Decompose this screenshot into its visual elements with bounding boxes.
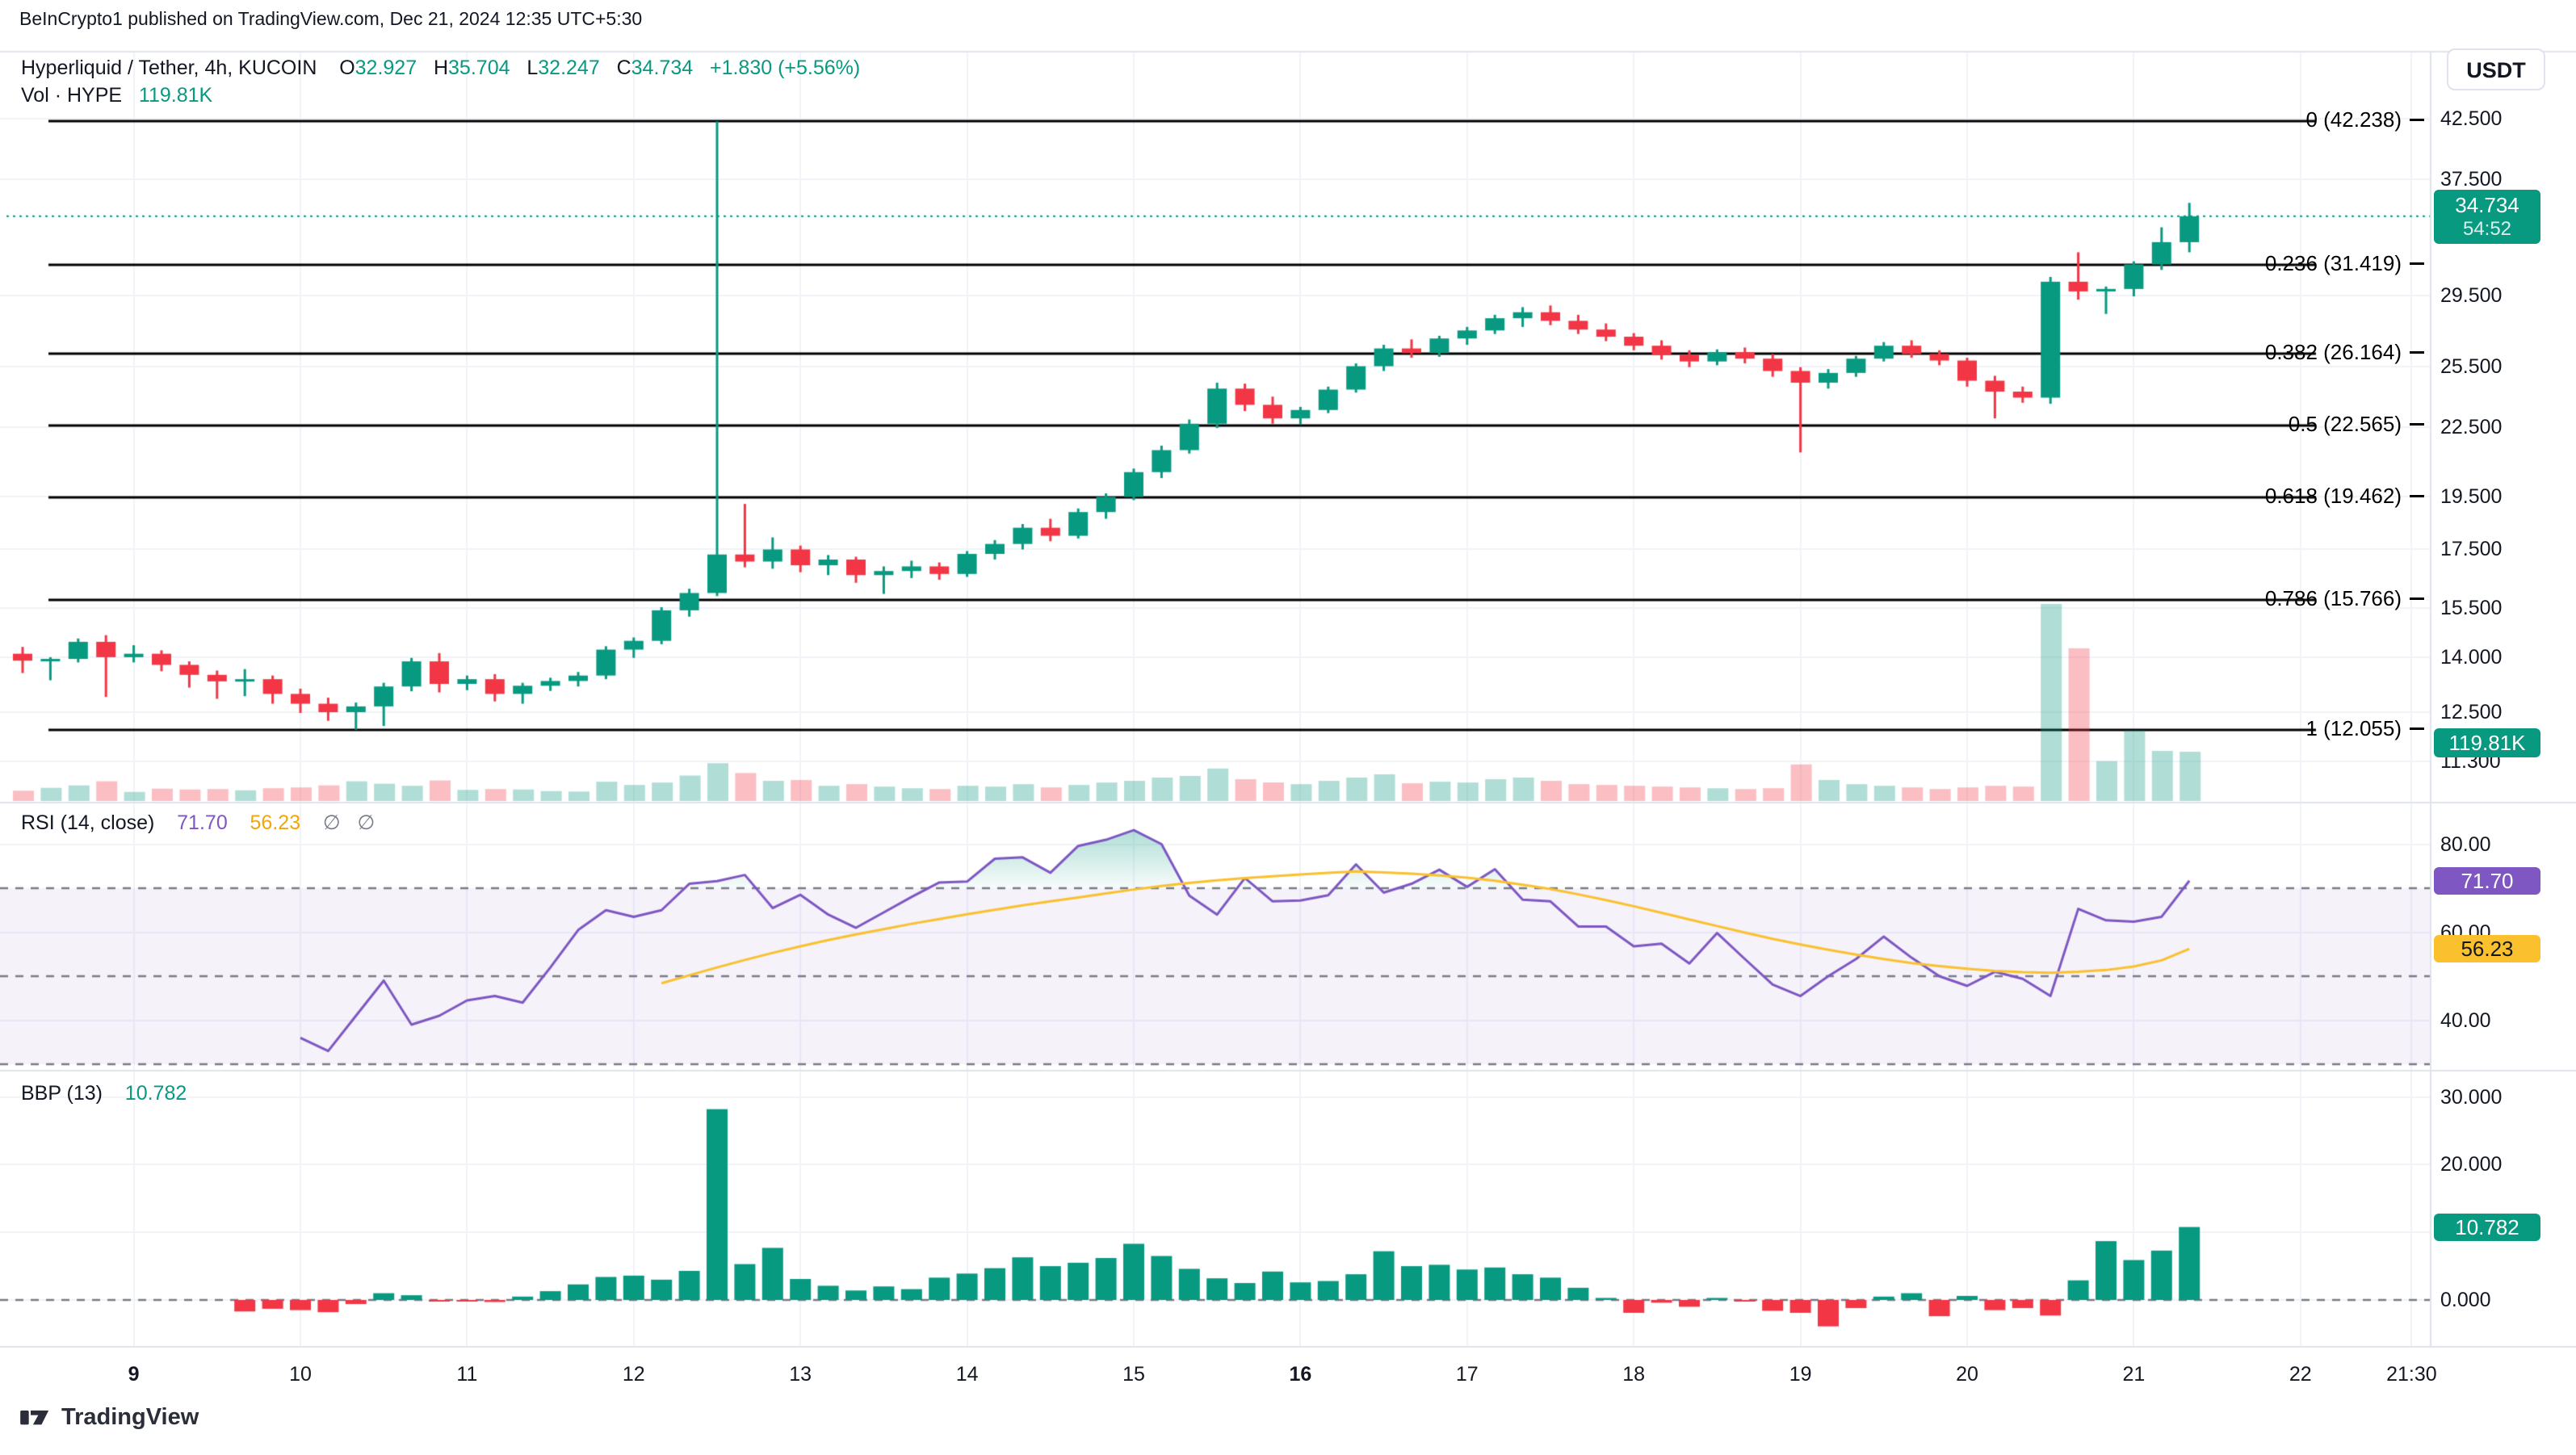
price-axis-label: 37.500 [2440, 167, 2502, 191]
bbp-title: BBP (13) [21, 1082, 103, 1105]
rsi-ma-value: 56.23 [250, 811, 301, 834]
rsi-title: RSI (14, close) [21, 811, 154, 834]
fib-level-tick [2410, 351, 2424, 354]
fib-level-tick [2410, 423, 2424, 426]
fib-level-tick [2410, 119, 2424, 121]
fib-level-label: 0.786 (15.766) [2265, 586, 2424, 611]
price-axis-label: 15.500 [2440, 596, 2502, 620]
close-label: C [617, 57, 631, 79]
price-axis-label: 25.500 [2440, 354, 2502, 379]
open-value: 32.927 [355, 57, 417, 79]
time-axis-label: 10 [289, 1363, 312, 1386]
rsi-ma-value-badge: 56.23 [2434, 935, 2540, 962]
time-axis-label: 13 [789, 1363, 812, 1386]
symbol-title: Hyperliquid / Tether, 4h, KUCOIN [21, 57, 317, 79]
fib-level-label: 1 (12.055) [2305, 716, 2424, 741]
time-axis-label: 22 [2289, 1363, 2312, 1386]
fib-level-label: 0.5 (22.565) [2289, 412, 2424, 437]
price-axis-label: 42.500 [2440, 107, 2502, 131]
rsi-empty-icon[interactable]: ∅ [358, 811, 375, 834]
price-axis-label: 12.500 [2440, 700, 2502, 724]
time-axis-label: 15 [1122, 1363, 1145, 1386]
volume-value: 119.81K [139, 84, 212, 107]
tradingview-logo-text: TradingView [61, 1404, 199, 1431]
tradingview-published-chart: BeInCrypto1 published on TradingView.com… [0, 0, 2576, 1455]
time-axis-label: 12 [623, 1363, 645, 1386]
last-price-badge: 34.734 54:52 [2434, 190, 2540, 244]
time-axis-label: 17 [1456, 1363, 1479, 1386]
rsi-value-badge: 71.70 [2434, 867, 2540, 895]
time-axis-label: 9 [128, 1363, 140, 1386]
tradingview-watermark[interactable]: TradingView [19, 1403, 199, 1431]
time-axis-label: 16 [1289, 1363, 1311, 1386]
bar-countdown: 54:52 [2434, 218, 2540, 241]
rsi-value: 71.70 [177, 811, 228, 834]
currency-toggle-button[interactable]: USDT [2447, 48, 2545, 90]
bbp-value: 10.782 [125, 1082, 187, 1105]
bbp-axis-label: 30.000 [2440, 1085, 2502, 1109]
fib-level-tick [2410, 728, 2424, 730]
fib-level-tick [2410, 495, 2424, 497]
last-price-value: 34.734 [2434, 193, 2540, 218]
price-axis-label: 19.500 [2440, 484, 2502, 509]
time-axis-label: 18 [1622, 1363, 1645, 1386]
change-value: +1.830 (+5.56%) [710, 57, 860, 79]
rsi-indicator-legend[interactable]: RSI (14, close) 71.70 56.23 ∅ ∅ [21, 811, 375, 835]
high-label: H [434, 57, 448, 79]
bbp-axis-label: 20.000 [2440, 1152, 2502, 1176]
rsi-axis-label: 80.00 [2440, 832, 2491, 857]
volume-label: Vol · HYPE [21, 84, 122, 107]
open-label: O [339, 57, 355, 79]
high-value: 35.704 [448, 57, 510, 79]
bbp-axis-label: 0.000 [2440, 1288, 2491, 1312]
fib-level-label: 0.236 (31.419) [2265, 251, 2424, 276]
time-axis-label: 21 [2122, 1363, 2145, 1386]
time-axis-label: 19 [1789, 1363, 1812, 1386]
low-value: 32.247 [538, 57, 599, 79]
price-axis-label: 29.500 [2440, 283, 2502, 308]
bbp-value-badge: 10.782 [2434, 1214, 2540, 1241]
tradingview-logo-icon [19, 1403, 53, 1431]
publish-attribution: BeInCrypto1 published on TradingView.com… [19, 8, 642, 30]
volume-legend[interactable]: Vol · HYPE 119.81K [21, 84, 212, 107]
rsi-axis-label: 40.00 [2440, 1008, 2491, 1033]
volume-badge: 119.81K [2434, 728, 2540, 757]
low-label: L [527, 57, 538, 79]
close-value: 34.734 [631, 57, 693, 79]
chart-canvas[interactable] [0, 0, 2576, 1455]
time-axis-label: 20 [1956, 1363, 1978, 1386]
time-axis-label: 21:30 [2386, 1363, 2437, 1386]
fib-level-tick [2410, 598, 2424, 600]
fib-level-label: 0 (42.238) [2305, 107, 2424, 132]
time-axis-label: 11 [456, 1363, 477, 1386]
price-axis-label: 17.500 [2440, 537, 2502, 561]
price-axis-label: 22.500 [2440, 415, 2502, 439]
price-axis-label: 14.000 [2440, 645, 2502, 669]
time-axis-label: 14 [956, 1363, 979, 1386]
rsi-empty-icon[interactable]: ∅ [323, 811, 341, 834]
bbp-indicator-legend[interactable]: BBP (13) 10.782 [21, 1082, 187, 1105]
fib-level-label: 0.618 (19.462) [2265, 484, 2424, 509]
symbol-legend[interactable]: Hyperliquid / Tether, 4h, KUCOIN O32.927… [21, 57, 860, 80]
fib-level-label: 0.382 (26.164) [2265, 340, 2424, 365]
fib-level-tick [2410, 262, 2424, 265]
